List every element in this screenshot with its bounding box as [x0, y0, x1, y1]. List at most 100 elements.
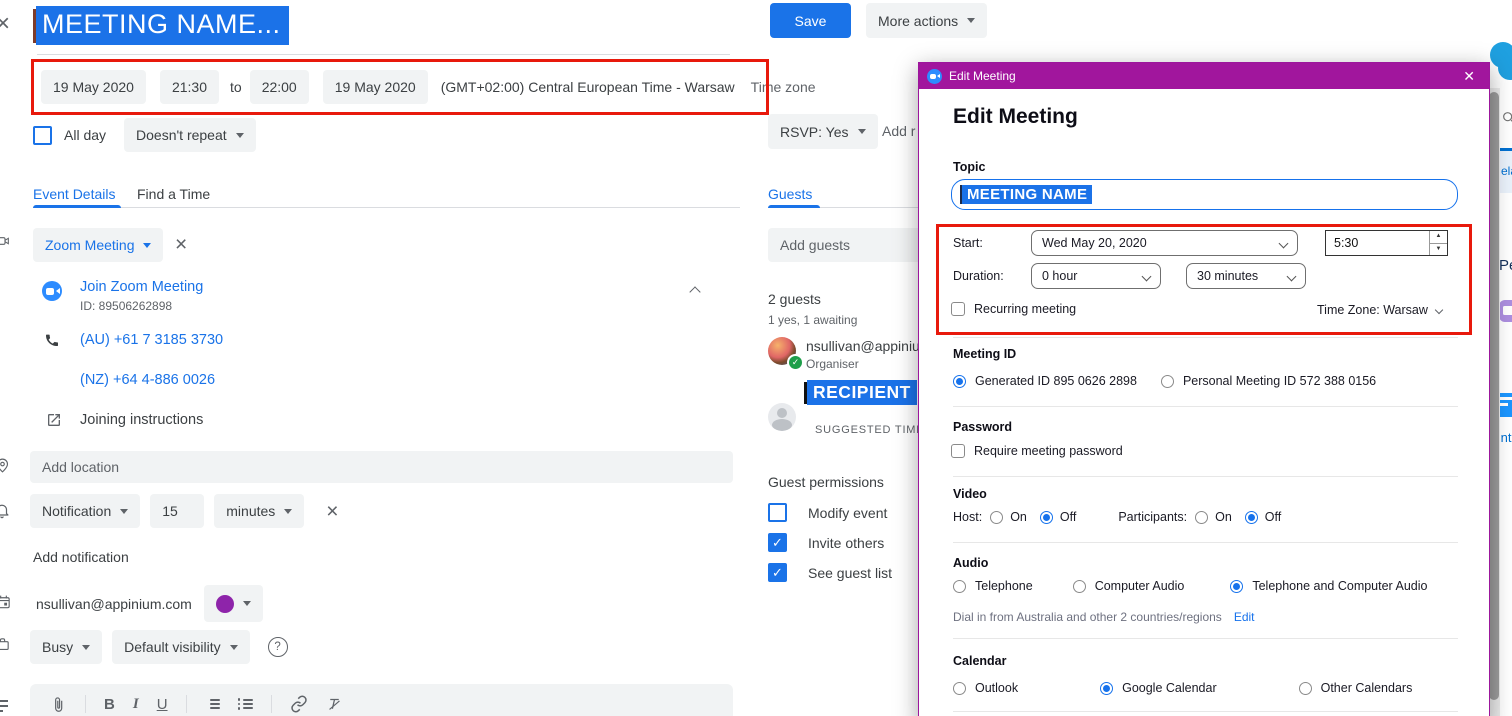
bell-icon: [0, 501, 11, 520]
more-actions-dropdown[interactable]: More actions: [866, 3, 987, 38]
bold-button[interactable]: B: [104, 696, 115, 713]
recipient-field[interactable]: RECIPIENT: [807, 380, 917, 405]
audio-computer-radio[interactable]: [1073, 580, 1086, 593]
toolbar-separator: [85, 695, 86, 713]
screen: × MEETING NAME... 19 May 2020 21:30 to 2…: [0, 0, 1512, 716]
event-color-dropdown[interactable]: [204, 585, 263, 622]
location-input[interactable]: Add location: [30, 451, 733, 483]
phone-au-link[interactable]: (AU) +61 7 3185 3730: [80, 332, 223, 348]
numbered-list-button[interactable]: [205, 696, 220, 711]
join-zoom-meeting-link[interactable]: Join Zoom Meeting: [80, 279, 203, 295]
meeting-id-title: Meeting ID: [953, 347, 1016, 361]
insert-link-button[interactable]: [290, 695, 308, 713]
modify-event-checkbox[interactable]: [768, 503, 787, 522]
audio-both-radio[interactable]: [1230, 580, 1243, 593]
topic-input[interactable]: MEETING NAME: [951, 179, 1458, 210]
duration-minutes-combo[interactable]: 30 minutes: [1186, 263, 1306, 289]
host-on-radio[interactable]: [990, 511, 1003, 524]
dropdown-arrow-icon: [284, 509, 292, 514]
repeat-dropdown[interactable]: Doesn't repeat: [124, 118, 256, 152]
calendar-title: Calendar: [953, 654, 1007, 668]
audio-computer-label: Computer Audio: [1095, 579, 1185, 593]
event-title-input[interactable]: MEETING NAME...: [36, 6, 289, 45]
spinner-buttons[interactable]: ▲ ▼: [1429, 231, 1447, 255]
help-icon[interactable]: ?: [268, 637, 288, 657]
participants-off-radio[interactable]: [1245, 511, 1258, 524]
visibility-dropdown[interactable]: Default visibility: [112, 630, 249, 664]
tab-find-a-time[interactable]: Find a Time: [137, 186, 210, 202]
audio-title: Audio: [953, 556, 988, 570]
video-camera-icon: [0, 233, 12, 249]
see-guest-list-checkbox[interactable]: ✓: [768, 563, 787, 582]
notification-type-dropdown[interactable]: Notification: [30, 494, 140, 528]
calendar-google-radio[interactable]: [1100, 682, 1113, 695]
notification-value-input[interactable]: 15: [150, 494, 204, 528]
end-date-button[interactable]: 19 May 2020: [323, 70, 428, 104]
salesforce-cloud-logo: [1490, 42, 1512, 82]
generated-id-radio[interactable]: [953, 375, 966, 388]
dialog-close-icon[interactable]: ✕: [1457, 68, 1481, 85]
duration-label: Duration:: [953, 269, 1004, 283]
timezone-dropdown[interactable]: Time Zone: Warsaw: [1317, 303, 1428, 317]
related-tab-partial[interactable]: ela: [1499, 148, 1512, 193]
clear-formatting-button[interactable]: [326, 696, 343, 713]
spin-down-icon[interactable]: ▼: [1430, 244, 1447, 256]
close-event-icon[interactable]: ×: [0, 12, 10, 36]
add-guests-input[interactable]: Add guests: [768, 228, 930, 262]
recurring-checkbox[interactable]: [951, 302, 965, 316]
calendar-other-radio[interactable]: [1299, 682, 1312, 695]
require-password-checkbox[interactable]: [951, 444, 965, 458]
remove-notification-icon[interactable]: ×: [326, 501, 338, 522]
calendar-google-label: Google Calendar: [1122, 681, 1217, 695]
search-icon[interactable]: [1501, 110, 1512, 126]
host-label: Host:: [953, 510, 982, 524]
all-day-checkbox[interactable]: [33, 126, 52, 145]
audio-telephone-radio[interactable]: [953, 580, 966, 593]
dialog-titlebar[interactable]: Edit Meeting ✕: [919, 63, 1489, 89]
joining-instructions-link[interactable]: Joining instructions: [80, 412, 203, 428]
save-button[interactable]: Save: [770, 3, 851, 38]
page-scrollbar-thumb[interactable]: [1489, 92, 1499, 700]
start-time-button[interactable]: 21:30: [160, 70, 219, 104]
permission-label: See guest list: [808, 565, 892, 581]
spin-up-icon[interactable]: ▲: [1430, 231, 1447, 244]
conferencing-dropdown[interactable]: Zoom Meeting: [33, 228, 163, 262]
collapse-chevron-icon[interactable]: [689, 286, 700, 297]
calendar-outlook-label: Outlook: [975, 681, 1018, 695]
calendar-owner-text: nsullivan@appinium.com: [36, 596, 192, 612]
briefcase-icon: [0, 636, 11, 653]
host-on-label: On: [1010, 510, 1027, 524]
audio-telephone-label: Telephone: [975, 579, 1033, 593]
invite-others-checkbox[interactable]: ✓: [768, 533, 787, 552]
host-off-radio[interactable]: [1040, 511, 1053, 524]
dialog-title: Edit Meeting: [949, 69, 1016, 83]
timezone-button[interactable]: Time zone: [751, 79, 816, 95]
tab-event-details[interactable]: Event Details: [33, 186, 115, 202]
recipient-avatar: [768, 403, 796, 431]
remove-conferencing-icon[interactable]: ×: [175, 234, 187, 255]
underline-button[interactable]: U: [157, 696, 168, 713]
accepted-check-icon: ✓: [787, 354, 804, 371]
start-date-button[interactable]: 19 May 2020: [41, 70, 146, 104]
participants-on-radio[interactable]: [1195, 511, 1208, 524]
end-time-button[interactable]: 22:00: [250, 70, 309, 104]
rsvp-dropdown[interactable]: RSVP: Yes: [768, 114, 878, 149]
calendar-outlook-radio[interactable]: [953, 682, 966, 695]
dial-in-edit-link[interactable]: Edit: [1234, 610, 1255, 624]
tab-guests[interactable]: Guests: [768, 186, 812, 202]
add-notification-button[interactable]: Add notification: [33, 549, 129, 565]
start-date-combo[interactable]: Wed May 20, 2020: [1031, 230, 1298, 256]
meeting-id-text: ID: 89506262898: [80, 299, 172, 313]
color-swatch: [216, 595, 234, 613]
attach-icon[interactable]: [50, 696, 67, 713]
suggested-times-button[interactable]: SUGGESTED TIMES: [815, 424, 933, 436]
duration-hour-combo[interactable]: 0 hour: [1031, 263, 1161, 289]
bulleted-list-button[interactable]: [238, 696, 253, 711]
busy-dropdown[interactable]: Busy: [30, 630, 102, 664]
notification-unit-dropdown[interactable]: minutes: [214, 494, 304, 528]
add-partial-text[interactable]: Add r: [882, 123, 915, 139]
italic-button[interactable]: I: [133, 696, 139, 713]
personal-id-radio[interactable]: [1161, 375, 1174, 388]
phone-nz-link[interactable]: (NZ) +64 4-886 0026: [80, 372, 215, 388]
start-time-spinner[interactable]: 5:30 ▲ ▼: [1325, 230, 1448, 256]
